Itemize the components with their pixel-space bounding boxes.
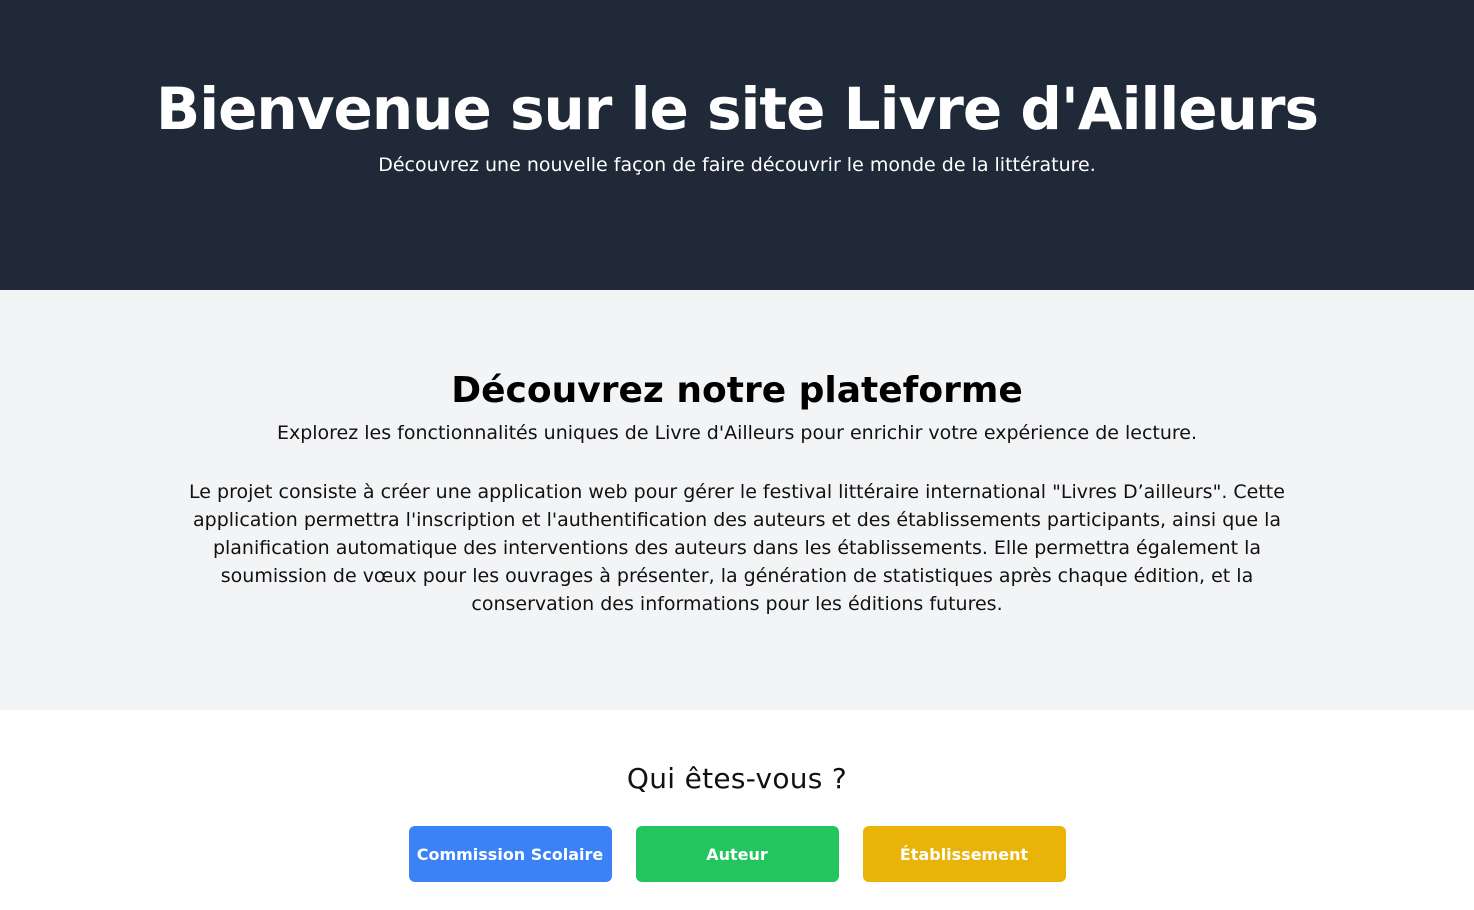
etablissement-button[interactable]: Établissement bbox=[862, 826, 1066, 882]
platform-lead: Explorez les fonctionnalités uniques de … bbox=[276, 422, 1198, 444]
hero-section: Bienvenue sur le site Livre d'Ailleurs D… bbox=[0, 0, 1474, 290]
commission-scolaire-button[interactable]: Commission Scolaire bbox=[408, 826, 612, 882]
platform-description: Le projet consiste à créer une applicati… bbox=[189, 481, 1285, 615]
hero-title: Bienvenue sur le site Livre d'Ailleurs bbox=[156, 75, 1319, 143]
platform-section: Découvrez notre plateforme Explorez les … bbox=[0, 290, 1474, 710]
role-selection-section: Qui êtes-vous ? Commission Scolaire Aute… bbox=[0, 710, 1474, 910]
hero-subtitle: Découvrez une nouvelle façon de faire dé… bbox=[378, 154, 1096, 176]
role-buttons: Commission Scolaire Auteur Établissement bbox=[0, 826, 1474, 882]
auteur-button[interactable]: Auteur bbox=[635, 826, 839, 882]
platform-title: Découvrez notre plateforme bbox=[451, 370, 1023, 411]
role-selection-title: Qui êtes-vous ? bbox=[626, 762, 848, 795]
